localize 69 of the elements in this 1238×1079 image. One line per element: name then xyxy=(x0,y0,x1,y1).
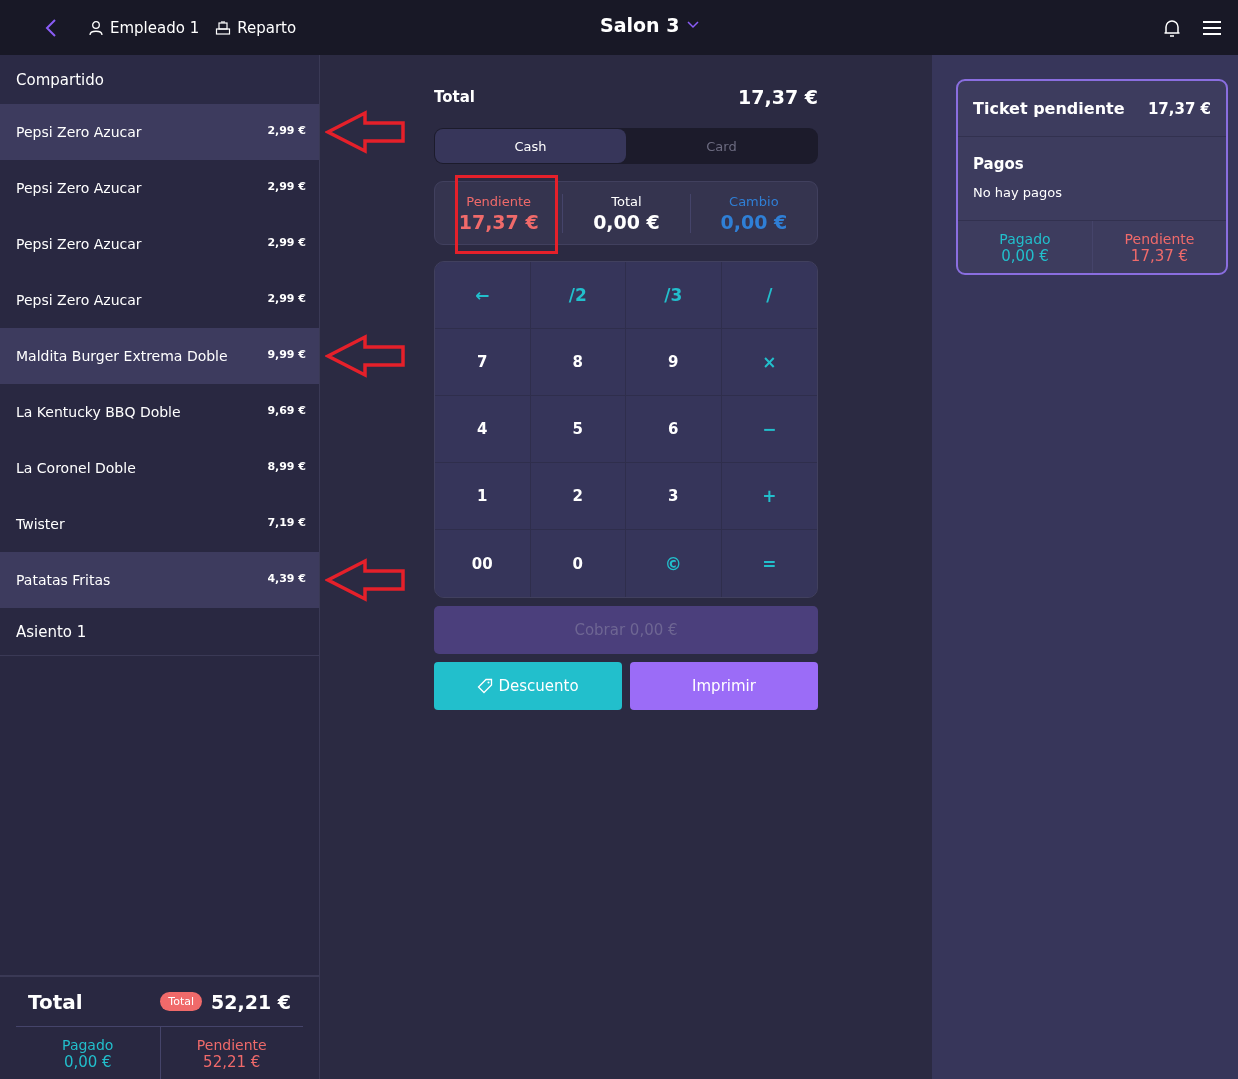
keypad-key[interactable]: /3 xyxy=(626,262,722,329)
stat-label: Cambio xyxy=(729,193,779,209)
menu-icon[interactable] xyxy=(1202,18,1222,37)
item-price: 7,19 € xyxy=(267,516,306,529)
pending-label: Pendiente xyxy=(196,1037,267,1053)
group-heading: Compartido xyxy=(0,55,319,104)
item-price: 9,99 € xyxy=(267,348,306,361)
cash-register-icon xyxy=(215,19,232,36)
keypad-key[interactable]: 9 xyxy=(626,329,722,396)
keypad-key[interactable]: ← xyxy=(435,262,531,329)
paid-amount: 0,00 € xyxy=(1001,247,1049,265)
tag-icon xyxy=(477,678,494,694)
total-amount: 17,37 € xyxy=(738,86,818,108)
item-name: Twister xyxy=(16,516,65,532)
ticket-title: Ticket pendiente xyxy=(973,99,1125,118)
stat-value: 0,00 € xyxy=(720,210,788,233)
total-label: Total xyxy=(28,989,84,1014)
keypad-key[interactable]: 7 xyxy=(435,329,531,396)
back-button[interactable] xyxy=(44,17,58,38)
ticket-amount: 17,37 € xyxy=(1147,99,1211,118)
item-name: Pepsi Zero Azucar xyxy=(16,236,142,252)
item-price: 4,39 € xyxy=(267,572,306,585)
pending-label: Pendiente xyxy=(1124,231,1195,247)
total-badge: Total xyxy=(160,992,203,1011)
stat-value: 17,37 € xyxy=(458,210,539,233)
paid-label: Pagado xyxy=(999,231,1051,247)
item-name: Pepsi Zero Azucar xyxy=(16,180,142,196)
keypad-key[interactable]: 4 xyxy=(435,396,531,463)
keypad-key[interactable]: 5 xyxy=(530,396,626,463)
employee-name: Empleado 1 xyxy=(110,18,200,37)
keypad-key[interactable]: /2 xyxy=(530,262,626,329)
payments-heading: Pagos xyxy=(973,155,1025,173)
paid-amount: 0,00 € xyxy=(63,1053,112,1071)
item-price: 2,99 € xyxy=(267,124,306,137)
keypad-key[interactable]: 8 xyxy=(530,329,626,396)
item-name: Pepsi Zero Azucar xyxy=(16,124,142,140)
total-amount: 52,21 € xyxy=(211,990,291,1013)
keypad-key[interactable]: 2 xyxy=(530,463,626,530)
employee-label[interactable]: Empleado 1 xyxy=(88,18,200,37)
mode-name: Reparto xyxy=(237,18,297,37)
keypad-key[interactable]: 3 xyxy=(626,463,722,530)
item-name: La Coronel Doble xyxy=(16,460,136,476)
keypad-key[interactable]: 6 xyxy=(626,396,722,463)
stat-value: 0,00 € xyxy=(593,210,660,233)
stat-label: Pendiente xyxy=(466,193,532,209)
item-price: 2,99 € xyxy=(267,236,306,249)
room-selector[interactable]: Salon 3 xyxy=(600,14,700,36)
item-price: 2,99 € xyxy=(267,292,306,305)
user-icon xyxy=(88,19,104,36)
item-name: Maldita Burger Extrema Doble xyxy=(16,348,228,364)
paid-label: Pagado xyxy=(62,1037,114,1053)
item-name: La Kentucky BBQ Doble xyxy=(16,404,181,420)
item-price: 2,99 € xyxy=(267,180,306,193)
pending-amount: 52,21 € xyxy=(203,1053,261,1071)
item-price: 9,69 € xyxy=(267,404,306,417)
stat-label: Total xyxy=(611,193,642,209)
mode-label[interactable]: Reparto xyxy=(215,18,297,37)
item-price: 8,99 € xyxy=(267,460,306,473)
keypad-key[interactable]: 1 xyxy=(435,463,531,530)
payments-empty-text: No hay pagos xyxy=(973,185,1064,200)
chevron-down-icon xyxy=(687,21,700,29)
item-name: Patatas Fritas xyxy=(16,572,111,588)
print-button[interactable]: Imprimir xyxy=(630,662,818,710)
pending-amount: 17,37 € xyxy=(1130,247,1189,265)
seat-heading[interactable]: Asiento 1 xyxy=(0,608,319,656)
item-name: Pepsi Zero Azucar xyxy=(16,292,142,308)
total-label: Total xyxy=(434,88,475,106)
notifications-bell-icon[interactable] xyxy=(1162,17,1182,38)
payment-method-tab[interactable]: Cash xyxy=(435,129,626,163)
